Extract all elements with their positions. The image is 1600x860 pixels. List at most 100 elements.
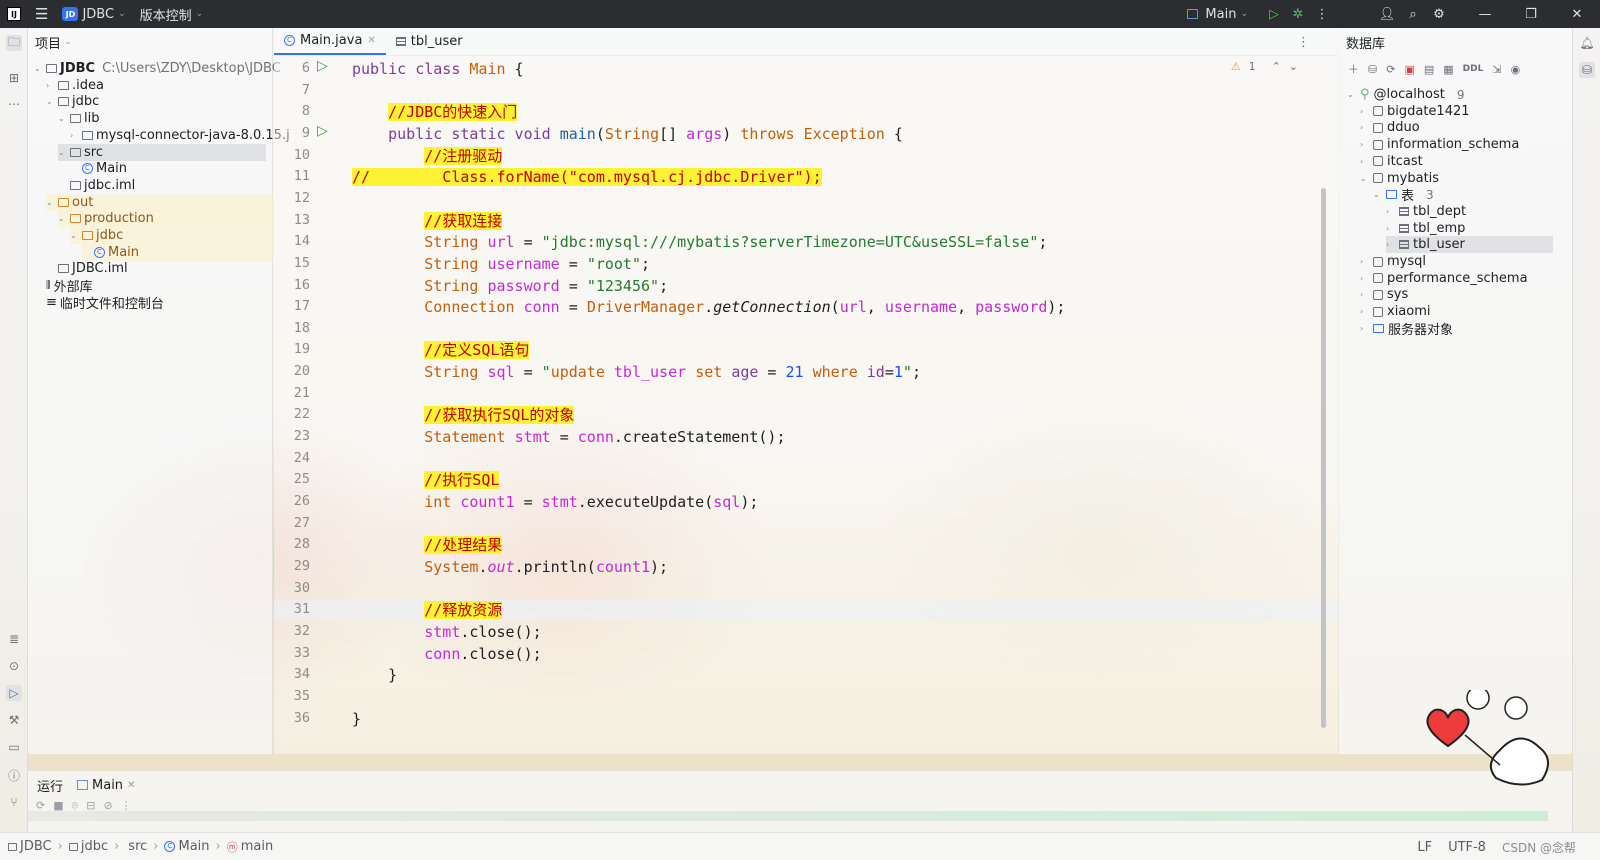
db-tree-item[interactable]: › dduo <box>1360 119 1420 136</box>
db-tree-item[interactable]: › tbl_user <box>1386 236 1553 254</box>
db-tree-item[interactable]: › xiaomi <box>1360 303 1431 320</box>
chevron-down-icon[interactable]: ⌄ <box>34 64 43 73</box>
tabs-more-icon[interactable]: ⋮ <box>1297 35 1310 50</box>
tree-item[interactable]: C Main <box>82 243 273 261</box>
encoding-widget[interactable]: UTF-8 <box>1448 840 1486 855</box>
view-options-icon[interactable]: ◉ <box>1511 63 1521 76</box>
terminal-tool-icon[interactable]: ▭ <box>6 739 22 755</box>
run-gutter-icon[interactable]: ▷ <box>317 58 331 74</box>
db-tree-item[interactable]: › itcast <box>1360 153 1423 170</box>
tree-item[interactable]: ⌄ production <box>58 210 273 228</box>
chevron-up-icon[interactable]: ⌃ <box>1272 60 1281 73</box>
tree-item[interactable]: › mysql-connector-java-8.0.15.j <box>70 127 290 144</box>
datasource-properties-icon[interactable]: ⛁ <box>1368 63 1377 76</box>
chevron-down-icon[interactable]: ⌄ <box>1347 90 1356 99</box>
editor-scrollbar[interactable] <box>1321 188 1326 728</box>
settings-gear-icon[interactable]: ⚙ <box>1426 7 1452 22</box>
tree-item[interactable]: ⌄ out <box>46 193 273 211</box>
more-icon[interactable]: ⋮ <box>1310 7 1334 22</box>
structure-tool-icon[interactable]: ⊞ <box>6 70 22 86</box>
services-tool-icon[interactable]: ⊙ <box>6 658 22 674</box>
chevron-right-icon[interactable]: › <box>1360 324 1369 333</box>
table-view-icon[interactable]: ▦ <box>1443 63 1453 76</box>
problems-tool-icon[interactable]: ⓘ <box>6 767 22 783</box>
restore-icon[interactable]: ❐ <box>1508 7 1554 22</box>
stop-icon[interactable]: ▣ <box>1404 63 1414 76</box>
ddl-button[interactable]: DDL <box>1463 64 1484 74</box>
main-menu-icon[interactable]: ☰ <box>35 5 48 23</box>
run-config-selector[interactable]: Main ⌄ <box>1187 7 1248 22</box>
vcs-widget[interactable]: 版本控制 ⌄ <box>140 5 204 24</box>
code-view[interactable]: public class Main { //JDBC的快速入门 public s… <box>352 56 1312 754</box>
chevron-right-icon[interactable]: › <box>1360 140 1369 149</box>
chevron-down-icon[interactable]: ⌄ <box>58 214 67 223</box>
tree-item[interactable]: ⌄ jdbc <box>46 93 99 110</box>
breadcrumb-item[interactable]: ⓜ main <box>227 839 273 855</box>
more-tools-icon[interactable]: ⋯ <box>6 96 22 112</box>
breadcrumb-item[interactable]: src <box>125 839 147 854</box>
profile-icon[interactable]: 👤︎ <box>1374 7 1400 22</box>
db-tree-item[interactable]: › information_schema <box>1360 136 1519 153</box>
add-icon[interactable]: ＋ <box>1348 61 1359 77</box>
breadcrumb-item[interactable]: JDBC <box>8 839 52 854</box>
chevron-right-icon[interactable]: › <box>1360 157 1369 166</box>
chevron-down-icon[interactable]: ⌄ <box>70 231 79 240</box>
chevron-down-icon[interactable]: ⌄ <box>1373 190 1382 199</box>
close-tab-icon[interactable]: ✕ <box>367 35 375 46</box>
tree-item[interactable]: ⫼ 外部库 <box>34 277 93 295</box>
tree-item[interactable]: ⌄ jdbc <box>70 227 273 244</box>
refresh-icon[interactable]: ⟳ <box>1386 63 1395 76</box>
db-tree-item[interactable]: › mysql <box>1360 253 1426 270</box>
breadcrumb-item[interactable]: jdbc <box>68 839 108 854</box>
chevron-right-icon[interactable]: › <box>46 81 55 90</box>
close-icon[interactable]: ✕ <box>1554 7 1600 22</box>
chevron-down-icon[interactable]: ⌄ <box>1289 60 1298 73</box>
close-tab-icon[interactable]: ✕ <box>127 780 135 791</box>
chevron-down-icon[interactable]: ⌄ <box>46 198 55 207</box>
chevron-right-icon[interactable]: › <box>1360 274 1369 283</box>
debug-icon[interactable]: ✲ <box>1286 7 1310 22</box>
tree-item[interactable]: JDBC.iml <box>46 260 128 277</box>
chevron-right-icon[interactable]: › <box>1386 207 1395 216</box>
tree-item[interactable]: › .idea <box>46 77 104 94</box>
jump-to-console-icon[interactable]: ▤ <box>1424 63 1434 76</box>
database-tool-icon[interactable]: ≣ <box>6 631 22 647</box>
run-icon[interactable]: ▷ <box>1262 7 1286 22</box>
project-panel-header[interactable]: 项目 ⌄ <box>28 28 272 56</box>
chevron-right-icon[interactable]: › <box>1360 290 1369 299</box>
chevron-right-icon[interactable]: › <box>1386 240 1395 249</box>
tree-item[interactable]: jdbc.iml <box>58 177 135 194</box>
db-tree-item[interactable]: ⌄ 表 3 <box>1373 186 1434 205</box>
db-tree-item[interactable]: › 服务器对象 <box>1360 320 1453 338</box>
notifications-icon[interactable]: 🔔︎ <box>1579 35 1595 51</box>
chevron-right-icon[interactable]: › <box>1360 107 1369 116</box>
tree-item[interactable]: ⌄ JDBC C:\Users\ZDY\Desktop\JDBC <box>34 60 281 77</box>
search-icon[interactable]: ⌕ <box>1400 7 1426 22</box>
db-tree-item[interactable]: › bigdate1421 <box>1360 103 1470 120</box>
chevron-right-icon[interactable]: › <box>1360 307 1369 316</box>
chevron-right-icon[interactable]: › <box>1360 257 1369 266</box>
db-tree-item[interactable]: ⌄ mybatis <box>1360 170 1439 187</box>
filter-icon[interactable]: ⇲ <box>1492 63 1501 76</box>
project-tool-icon[interactable]: 🗀 <box>6 35 22 51</box>
chevron-down-icon[interactable]: ⌄ <box>1360 174 1369 183</box>
chevron-down-icon[interactable]: ⌄ <box>58 114 67 123</box>
git-tool-icon[interactable]: ⑂ <box>6 794 22 810</box>
run-gutter-icon[interactable]: ▷ <box>317 123 331 139</box>
tab-tbl-user[interactable]: tbl_user <box>386 27 473 55</box>
chevron-right-icon[interactable]: › <box>1386 224 1395 233</box>
chevron-down-icon[interactable]: ⌄ <box>46 97 55 106</box>
db-tree-item[interactable]: › sys <box>1360 286 1408 303</box>
db-tree-item[interactable]: › tbl_dept <box>1386 203 1466 220</box>
tree-item[interactable]: C Main <box>70 160 127 177</box>
breadcrumb-item[interactable]: C Main <box>164 839 210 854</box>
db-tree-item[interactable]: ⌄ ⚲ @localhost 9 <box>1347 86 1465 103</box>
run-tool-icon[interactable]: ▷ <box>6 685 22 701</box>
chevron-right-icon[interactable]: › <box>70 131 79 140</box>
inspection-widget[interactable]: ⚠ 1 ⌃ ⌄ <box>1231 60 1298 73</box>
database-tool-icon[interactable]: ⛁ <box>1579 62 1595 78</box>
db-tree-item[interactable]: › performance_schema <box>1360 270 1528 287</box>
build-tool-icon[interactable]: ⚒ <box>6 712 22 728</box>
minimize-icon[interactable]: — <box>1462 7 1508 22</box>
run-tab-main[interactable]: Main ✕ <box>77 778 135 793</box>
